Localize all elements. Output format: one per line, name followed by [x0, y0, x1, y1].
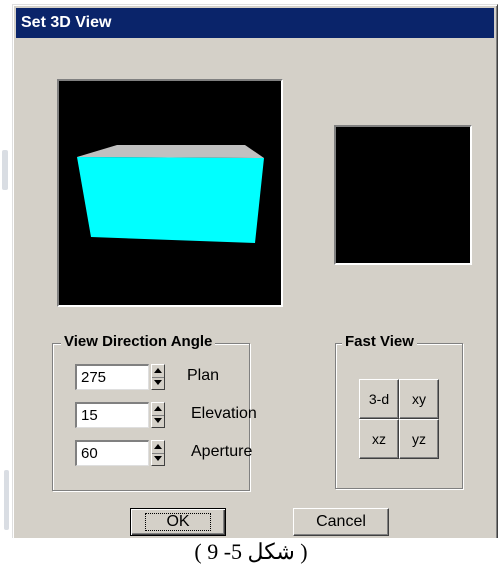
orientation-preview-window	[334, 125, 472, 265]
box-top-face	[77, 145, 264, 158]
watermark-stroke	[2, 150, 8, 190]
plan-input[interactable]: 275	[75, 364, 149, 390]
aperture-spinner[interactable]	[151, 440, 165, 466]
3d-preview-window[interactable]	[57, 79, 283, 307]
dialog-title: Set 3D View	[21, 14, 112, 31]
fast-view-3d-button[interactable]: 3-d	[359, 379, 399, 419]
spin-down-icon[interactable]	[152, 415, 164, 427]
ok-button-label: OK	[145, 513, 211, 531]
ok-button[interactable]: OK	[130, 508, 226, 536]
set-3d-view-dialog: Set 3D View View Direction Angle 275 Pla…	[12, 4, 498, 550]
view-direction-title: View Direction Angle	[61, 333, 216, 350]
page: Set 3D View View Direction Angle 275 Pla…	[0, 0, 502, 566]
fast-view-group: Fast View 3-d xy xz yz	[335, 333, 463, 489]
elevation-spinner[interactable]	[151, 402, 165, 428]
aperture-label: Aperture	[191, 443, 253, 460]
3d-box-model	[77, 145, 264, 243]
watermark-stroke	[4, 470, 9, 530]
fast-view-yz-button[interactable]: yz	[399, 419, 439, 459]
figure-caption: ( شكل 5- 9 )	[0, 538, 502, 566]
view-direction-group: View Direction Angle 275 Plan 15 Elevati…	[52, 333, 257, 491]
elevation-input[interactable]: 15	[75, 402, 149, 428]
spin-down-icon[interactable]	[152, 377, 164, 389]
aperture-input[interactable]: 60	[75, 440, 149, 466]
box-front-face	[77, 157, 264, 243]
fast-view-title: Fast View	[342, 333, 417, 350]
fast-view-xz-button[interactable]: xz	[359, 419, 399, 459]
fast-view-xy-button[interactable]: xy	[399, 379, 439, 419]
plan-label: Plan	[187, 367, 220, 384]
title-bar[interactable]: Set 3D View	[16, 8, 494, 38]
elevation-label: Elevation	[191, 405, 257, 422]
cancel-button[interactable]: Cancel	[293, 508, 389, 536]
plan-spinner[interactable]	[151, 364, 165, 390]
spin-down-icon[interactable]	[152, 453, 164, 465]
